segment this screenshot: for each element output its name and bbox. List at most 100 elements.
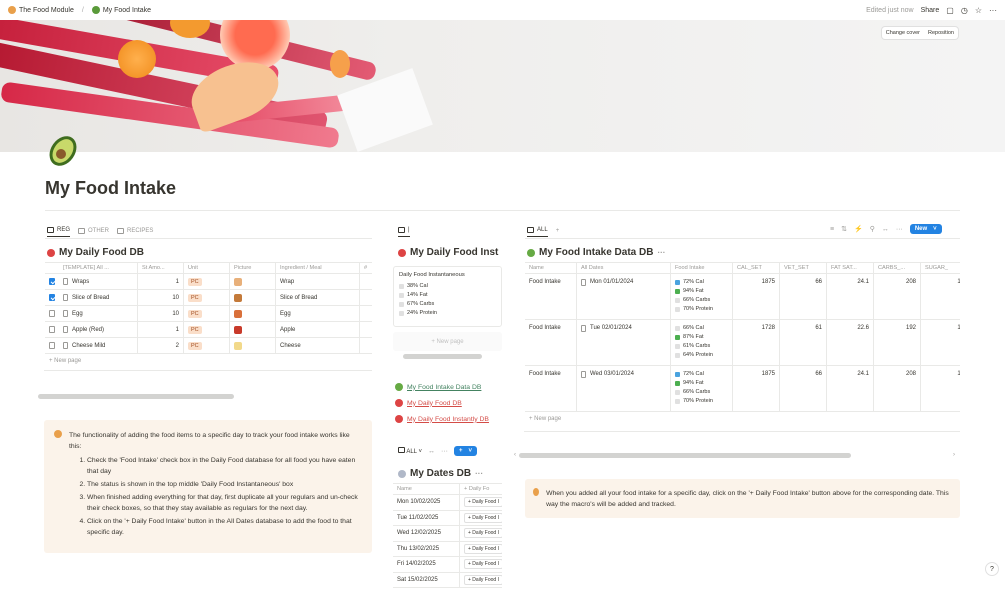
col-ingredient[interactable]: Ingredient / Meal <box>276 263 360 273</box>
scroll-right-icon[interactable]: › <box>953 452 955 458</box>
tab-gallery[interactable]: | <box>398 227 410 237</box>
new-page-button[interactable]: + New page <box>45 354 372 368</box>
link-daily-food-db[interactable]: My Daily Food DB <box>395 395 489 411</box>
link-food-intake-data-db[interactable]: My Food Intake Data DB <box>395 379 489 395</box>
amount-cell[interactable]: 10 <box>138 306 184 321</box>
date-cell[interactable]: Mon 01/01/2024 <box>577 274 671 319</box>
add-daily-food-button[interactable]: + Daily Food I <box>464 528 502 539</box>
page-avocado-icon[interactable] <box>45 133 81 169</box>
fat-cell[interactable]: 24.1 <box>827 366 874 411</box>
carbs-cell[interactable]: 192 <box>874 320 921 365</box>
table-row[interactable]: Food Intake Wed 03/01/2024 72% Cal 94% Fa… <box>525 366 960 412</box>
breadcrumb-parent[interactable]: The Food Module <box>19 7 74 14</box>
new-page-button[interactable]: + New page <box>525 412 960 426</box>
date-name[interactable]: Sat 15/02/2025 <box>393 572 460 587</box>
col-vet-set[interactable]: VET_SET <box>780 263 827 273</box>
date-name[interactable]: Tue 11/02/2025 <box>393 510 460 525</box>
table-row[interactable]: Wraps 1 PC Wrap <box>45 274 372 290</box>
picture-cell[interactable] <box>230 290 276 305</box>
fat-cell[interactable]: 22.6 <box>827 320 874 365</box>
col-all-dates[interactable]: All Dates <box>577 263 671 273</box>
food-name[interactable]: Cheese Mild <box>72 343 105 349</box>
date-row[interactable]: Mon 10/02/2025 + Daily Food I <box>393 495 502 511</box>
expand-icon[interactable]: ↔ <box>428 448 435 455</box>
horizontal-scrollbar[interactable] <box>403 354 482 359</box>
table-row[interactable]: Cheese Mild 2 PC Cheese <box>45 338 372 354</box>
date-row[interactable]: Wed 12/02/2025 + Daily Food I <box>393 526 502 542</box>
col-daily-food[interactable]: + Daily Fo <box>460 484 502 494</box>
picture-cell[interactable] <box>230 274 276 289</box>
ingredient-cell[interactable]: Slice of Bread <box>276 290 360 305</box>
sort-icon[interactable]: ⇅ <box>841 225 847 233</box>
amount-cell[interactable]: 2 <box>138 338 184 353</box>
vet-cell[interactable]: 66 <box>780 274 827 319</box>
ingredient-cell[interactable]: Egg <box>276 306 360 321</box>
carbs-cell[interactable]: 208 <box>874 366 921 411</box>
food-intake-checkbox[interactable] <box>49 342 55 349</box>
col-cal-set[interactable]: CAL_SET <box>733 263 780 273</box>
tab-reg[interactable]: REG <box>47 227 71 237</box>
clock-icon[interactable]: ◷ <box>961 6 968 15</box>
vet-cell[interactable]: 61 <box>780 320 827 365</box>
col-name[interactable]: Name <box>525 263 577 273</box>
tab-all[interactable]: ALL ˅ <box>398 447 422 455</box>
date-row[interactable]: Thu 13/02/2025 + Daily Food I <box>393 541 502 557</box>
add-date-button[interactable]: + ˅ <box>453 446 477 456</box>
table-row[interactable]: Food Intake Tue 02/01/2024 66% Cal 87% Fa… <box>525 320 960 366</box>
search-icon[interactable]: ⚲ <box>870 225 875 233</box>
date-row[interactable]: Sat 15/02/2025 + Daily Food I <box>393 572 502 588</box>
breadcrumb-current[interactable]: My Food Intake <box>103 7 151 14</box>
change-cover-button[interactable]: Change cover <box>882 27 924 39</box>
date-cell[interactable]: Wed 03/01/2024 <box>577 366 671 411</box>
tab-recipes[interactable]: RECIPES <box>117 227 153 237</box>
ingredient-cell[interactable]: Cheese <box>276 338 360 353</box>
tab-other[interactable]: OTHER <box>78 227 109 237</box>
col-carbs[interactable]: CARBS_... <box>874 263 921 273</box>
food-intake-cell[interactable]: 72% Cal 94% Fat 66% Carbs 70% Protein <box>671 274 733 319</box>
add-daily-food-button[interactable]: + Daily Food I <box>464 543 502 554</box>
unit-cell[interactable]: PC <box>184 322 230 337</box>
horizontal-scrollbar[interactable] <box>38 394 234 399</box>
cal-cell[interactable]: 1875 <box>733 274 780 319</box>
unit-cell[interactable]: PC <box>184 290 230 305</box>
col-sugar[interactable]: SUGAR_ <box>921 263 960 273</box>
date-name[interactable]: Mon 10/02/2025 <box>393 495 460 510</box>
name-cell[interactable]: Food Intake <box>525 274 577 319</box>
col-picture[interactable]: Picture <box>230 263 276 273</box>
food-name[interactable]: Wraps <box>72 279 89 285</box>
ingredient-cell[interactable]: Wrap <box>276 274 360 289</box>
vet-cell[interactable]: 66 <box>780 366 827 411</box>
food-intake-checkbox[interactable] <box>49 326 55 333</box>
col-food-intake[interactable]: Food Intake <box>671 263 733 273</box>
picture-cell[interactable] <box>230 322 276 337</box>
unit-cell[interactable]: PC <box>184 338 230 353</box>
unit-cell[interactable]: PC <box>184 306 230 321</box>
amount-cell[interactable]: 1 <box>138 322 184 337</box>
table-row[interactable]: Slice of Bread 10 PC Slice of Bread <box>45 290 372 306</box>
scroll-left-icon[interactable]: ‹ <box>514 452 516 458</box>
date-name[interactable]: Thu 13/02/2025 <box>393 541 460 556</box>
add-daily-food-button[interactable]: + Daily Food I <box>464 559 502 570</box>
col-extra[interactable]: # <box>360 263 372 273</box>
help-button[interactable]: ? <box>985 562 999 576</box>
horizontal-scrollbar[interactable] <box>519 453 851 458</box>
food-intake-checkbox[interactable] <box>49 310 55 317</box>
carbs-cell[interactable]: 208 <box>874 274 921 319</box>
food-name[interactable]: Slice of Bread <box>72 295 109 301</box>
picture-cell[interactable] <box>230 338 276 353</box>
automation-icon[interactable]: ⚡ <box>854 225 863 233</box>
more-icon[interactable]: ··· <box>989 6 997 15</box>
date-row[interactable]: Tue 11/02/2025 + Daily Food I <box>393 510 502 526</box>
amount-cell[interactable]: 10 <box>138 290 184 305</box>
ingredient-cell[interactable]: Apple <box>276 322 360 337</box>
star-icon[interactable]: ☆ <box>975 6 982 15</box>
add-daily-food-button[interactable]: + Daily Food I <box>464 512 502 523</box>
reposition-button[interactable]: Reposition <box>924 27 958 39</box>
expand-icon[interactable]: ↔ <box>882 226 889 233</box>
filter-icon[interactable]: ≡ <box>830 226 834 233</box>
new-button[interactable]: New ˅ <box>909 224 942 234</box>
sugar-cell[interactable]: 19 <box>921 366 960 411</box>
food-intake-checkbox[interactable] <box>49 294 55 301</box>
link-daily-food-instantly-db[interactable]: My Daily Food Instantly DB <box>395 411 489 427</box>
unit-cell[interactable]: PC <box>184 274 230 289</box>
